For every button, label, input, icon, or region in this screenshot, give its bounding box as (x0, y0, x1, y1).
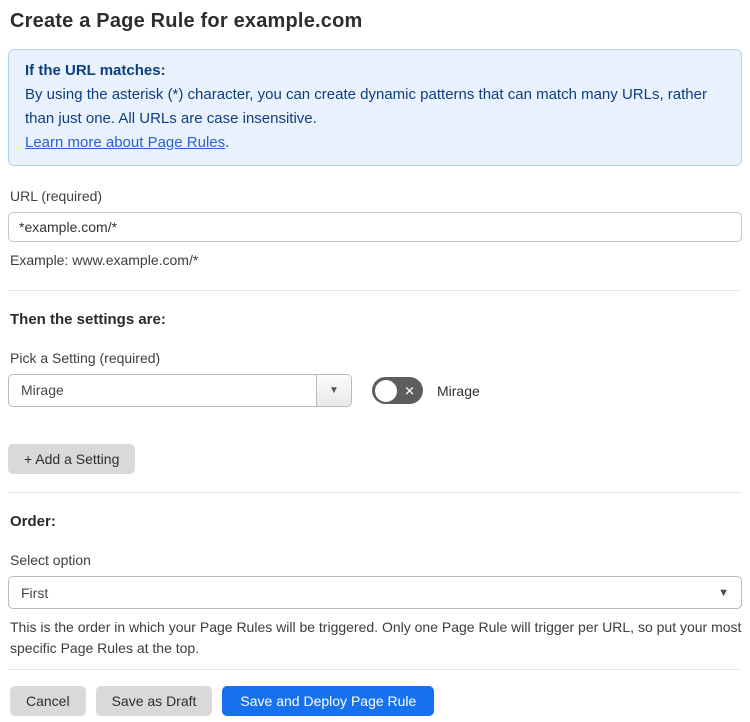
learn-more-link[interactable]: Learn more about Page Rules (25, 134, 225, 151)
save-as-draft-button[interactable]: Save as Draft (95, 686, 213, 716)
pick-setting-value: Mirage (21, 382, 64, 398)
url-match-info-box: If the URL matches: By using the asteris… (8, 49, 742, 166)
url-input[interactable] (8, 212, 742, 242)
link-suffix: . (225, 134, 230, 151)
divider (8, 669, 742, 670)
order-section-heading: Order: (10, 513, 56, 530)
toggle-off-x-icon: ✕ (404, 383, 415, 398)
order-dropdown-value: First (21, 584, 49, 601)
page-title: Create a Page Rule for example.com (10, 10, 363, 32)
divider (8, 290, 742, 291)
divider (8, 492, 742, 493)
dropdown-arrow-button[interactable]: ▼ (316, 375, 351, 406)
mirage-toggle[interactable]: ✕ (372, 377, 423, 404)
info-box-link-line: Learn more about Page Rules. (25, 131, 725, 155)
order-select-label: Select option (10, 552, 91, 568)
order-helper-text: This is the order in which your Page Rul… (10, 619, 742, 656)
setting-row: Mirage ▼ ✕ Mirage (8, 374, 742, 407)
chevron-down-icon: ▼ (329, 385, 339, 396)
info-box-body: By using the asterisk (*) character, you… (25, 86, 707, 127)
save-and-deploy-button[interactable]: Save and Deploy Page Rule (222, 686, 435, 716)
url-example-helper: Example: www.example.com/* (10, 252, 199, 268)
pick-setting-dropdown[interactable]: Mirage ▼ (8, 374, 352, 407)
page-rule-form: Create a Page Rule for example.com If th… (0, 0, 750, 722)
toggle-knob (375, 379, 397, 402)
settings-section-heading: Then the settings are: (10, 311, 166, 328)
url-field-label: URL (required) (10, 188, 103, 204)
info-box-heading: If the URL matches: (25, 62, 166, 79)
chevron-down-icon: ▼ (718, 586, 729, 599)
pick-setting-label: Pick a Setting (required) (10, 350, 161, 366)
order-dropdown[interactable]: First ▼ (8, 576, 742, 609)
cancel-button[interactable]: Cancel (10, 686, 86, 716)
footer-actions: Cancel Save as Draft Save and Deploy Pag… (8, 686, 742, 716)
mirage-toggle-label: Mirage (437, 382, 480, 399)
add-setting-button[interactable]: + Add a Setting (8, 444, 136, 474)
